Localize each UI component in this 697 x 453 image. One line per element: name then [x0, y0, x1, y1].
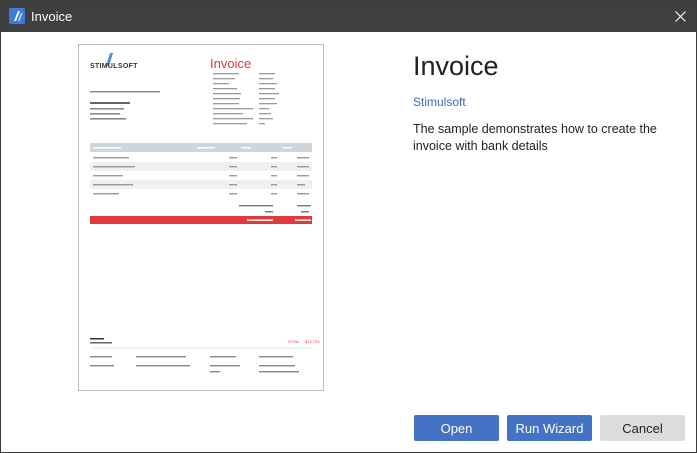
cancel-button[interactable]: Cancel [600, 415, 685, 441]
close-icon [674, 11, 686, 22]
title-bar: Invoice [1, 1, 696, 32]
report-title: Invoice [413, 51, 499, 81]
stimulsoft-app-icon [9, 8, 25, 24]
close-button[interactable] [664, 1, 696, 32]
run-wizard-button[interactable]: Run Wizard [507, 415, 592, 441]
report-description: The sample demonstrates how to create th… [413, 122, 657, 153]
dialog-window: Invoice STIMULSOFT Invoice TOTAL $12,723… [0, 0, 697, 453]
report-author-link[interactable]: Stimulsoft [413, 95, 466, 109]
window-title: Invoice [31, 9, 73, 24]
open-button[interactable]: Open [414, 415, 499, 441]
preview-total-value: $12,723 [305, 339, 320, 344]
report-preview-thumbnail[interactable]: STIMULSOFT Invoice TOTAL $12,723 [78, 44, 324, 391]
preview-total-label: TOTAL [287, 339, 300, 344]
